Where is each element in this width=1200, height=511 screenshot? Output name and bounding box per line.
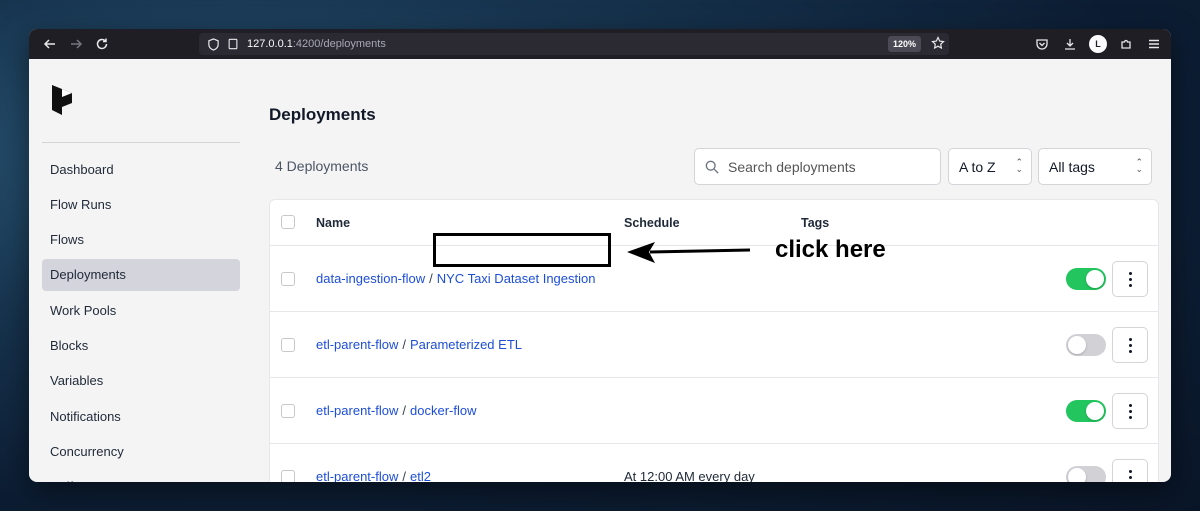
kebab-menu-icon [1128,271,1132,287]
deployment-link[interactable]: NYC Taxi Dataset Ingestion [437,271,596,286]
address-bar[interactable]: 127.0.0.1:4200/deployments 120% [199,33,949,55]
hamburger-menu-icon[interactable] [1145,35,1163,53]
separator: / [402,337,406,352]
flow-link[interactable]: etl-parent-flow [316,469,398,482]
kebab-menu-icon [1128,403,1132,419]
sidebar-item-dashboard[interactable]: Dashboard [42,153,240,185]
updown-chevron-icon: ⌃ ⌄ [1135,157,1143,174]
main-content: Deployments 4 Deployments Search deploym… [251,59,1171,482]
pocket-icon[interactable] [1033,35,1051,53]
separator: / [402,403,406,418]
prefect-logo-icon[interactable] [50,83,74,117]
sidebar-item-artifacts[interactable]: Artifacts [42,471,240,482]
deployment-name-cell: etl-parent-flow / Parameterized ETL [316,337,522,352]
url-host: 127.0.0.1 [247,38,293,50]
column-header-schedule: Schedule [624,215,680,230]
flow-link[interactable]: etl-parent-flow [316,403,398,418]
sidebar-item-deployments[interactable]: Deployments [42,258,240,291]
deployment-count: 4 Deployments [275,158,369,174]
updown-chevron-icon: ⌃ ⌄ [1015,157,1023,174]
url-path: :4200/deployments [292,38,386,50]
download-icon[interactable] [1061,35,1079,53]
account-avatar-icon[interactable]: L [1089,35,1107,53]
sidebar-item-flow-runs[interactable]: Flow Runs [42,188,240,220]
zoom-level-badge[interactable]: 120% [887,36,921,52]
tags-value: All tags [1049,158,1095,175]
flow-link[interactable]: etl-parent-flow [316,337,398,352]
annotation-label: click here [775,236,886,263]
row-menu-button[interactable] [1112,327,1148,363]
deployment-name-cell: data-ingestion-flow / NYC Taxi Dataset Ing… [316,271,595,286]
annotation-highlight-box [433,233,611,267]
active-toggle[interactable] [1066,400,1106,422]
column-header-name: Name [316,215,351,230]
sort-value: A to Z [959,158,996,175]
row-checkbox[interactable] [281,470,295,482]
app-content: Dashboard Flow Runs Flows Deployments Wo… [29,59,1171,482]
column-header-tags: Tags [801,215,830,230]
sidebar-item-notifications[interactable]: Notifications [42,400,240,432]
active-toggle[interactable] [1066,268,1106,290]
deployment-link[interactable]: docker-flow [410,403,476,418]
back-arrow-icon[interactable] [39,33,61,55]
bookmark-star-icon[interactable] [931,36,945,53]
table-row: etl-parent-flow / docker-flow [270,378,1158,444]
search-input[interactable]: Search deployments [694,148,941,185]
sidebar-item-flows[interactable]: Flows [42,224,240,256]
table-row: etl-parent-flow / etl2 At 12:00 AM every d… [270,444,1158,482]
row-checkbox[interactable] [281,404,295,418]
browser-toolbar: 127.0.0.1:4200/deployments 120% L [29,29,1171,59]
annotation-arrow-icon [627,242,751,263]
row-checkbox[interactable] [281,338,295,352]
deployment-name-cell: etl-parent-flow / etl2 [316,469,431,482]
row-menu-button[interactable] [1112,459,1148,482]
select-all-checkbox[interactable] [281,215,295,229]
sidebar-item-work-pools[interactable]: Work Pools [42,294,240,326]
kebab-menu-icon [1128,469,1132,482]
row-menu-button[interactable] [1112,261,1148,297]
extensions-icon[interactable] [1117,35,1135,53]
row-checkbox[interactable] [281,272,295,286]
shield-icon[interactable] [207,37,221,51]
search-icon [705,160,719,174]
deployment-link[interactable]: Parameterized ETL [410,337,522,352]
tags-select[interactable]: All tags ⌃ ⌄ [1038,148,1152,185]
forward-arrow-icon[interactable] [65,33,87,55]
separator: / [429,271,433,286]
row-menu-button[interactable] [1112,393,1148,429]
sidebar-nav: Dashboard Flow Runs Flows Deployments Wo… [42,153,251,482]
separator: / [402,469,406,482]
sort-select[interactable]: A to Z ⌃ ⌄ [948,148,1032,185]
table-row: etl-parent-flow / Parameterized ETL [270,312,1158,378]
schedule-cell: At 12:00 AM every day [624,469,755,482]
active-toggle[interactable] [1066,466,1106,482]
sidebar-item-variables[interactable]: Variables [42,365,240,397]
deployment-link[interactable]: etl2 [410,469,431,482]
page-title: Deployments [269,105,376,124]
page-icon [227,37,241,51]
reload-icon[interactable] [91,33,113,55]
active-toggle[interactable] [1066,334,1106,356]
sidebar-divider [42,142,240,143]
sidebar-item-blocks[interactable]: Blocks [42,329,240,361]
sidebar-item-concurrency[interactable]: Concurrency [42,435,240,467]
sidebar: Dashboard Flow Runs Flows Deployments Wo… [29,59,251,482]
kebab-menu-icon [1128,337,1132,353]
search-placeholder: Search deployments [728,158,856,175]
deployment-name-cell: etl-parent-flow / docker-flow [316,403,476,418]
flow-link[interactable]: data-ingestion-flow [316,271,425,286]
